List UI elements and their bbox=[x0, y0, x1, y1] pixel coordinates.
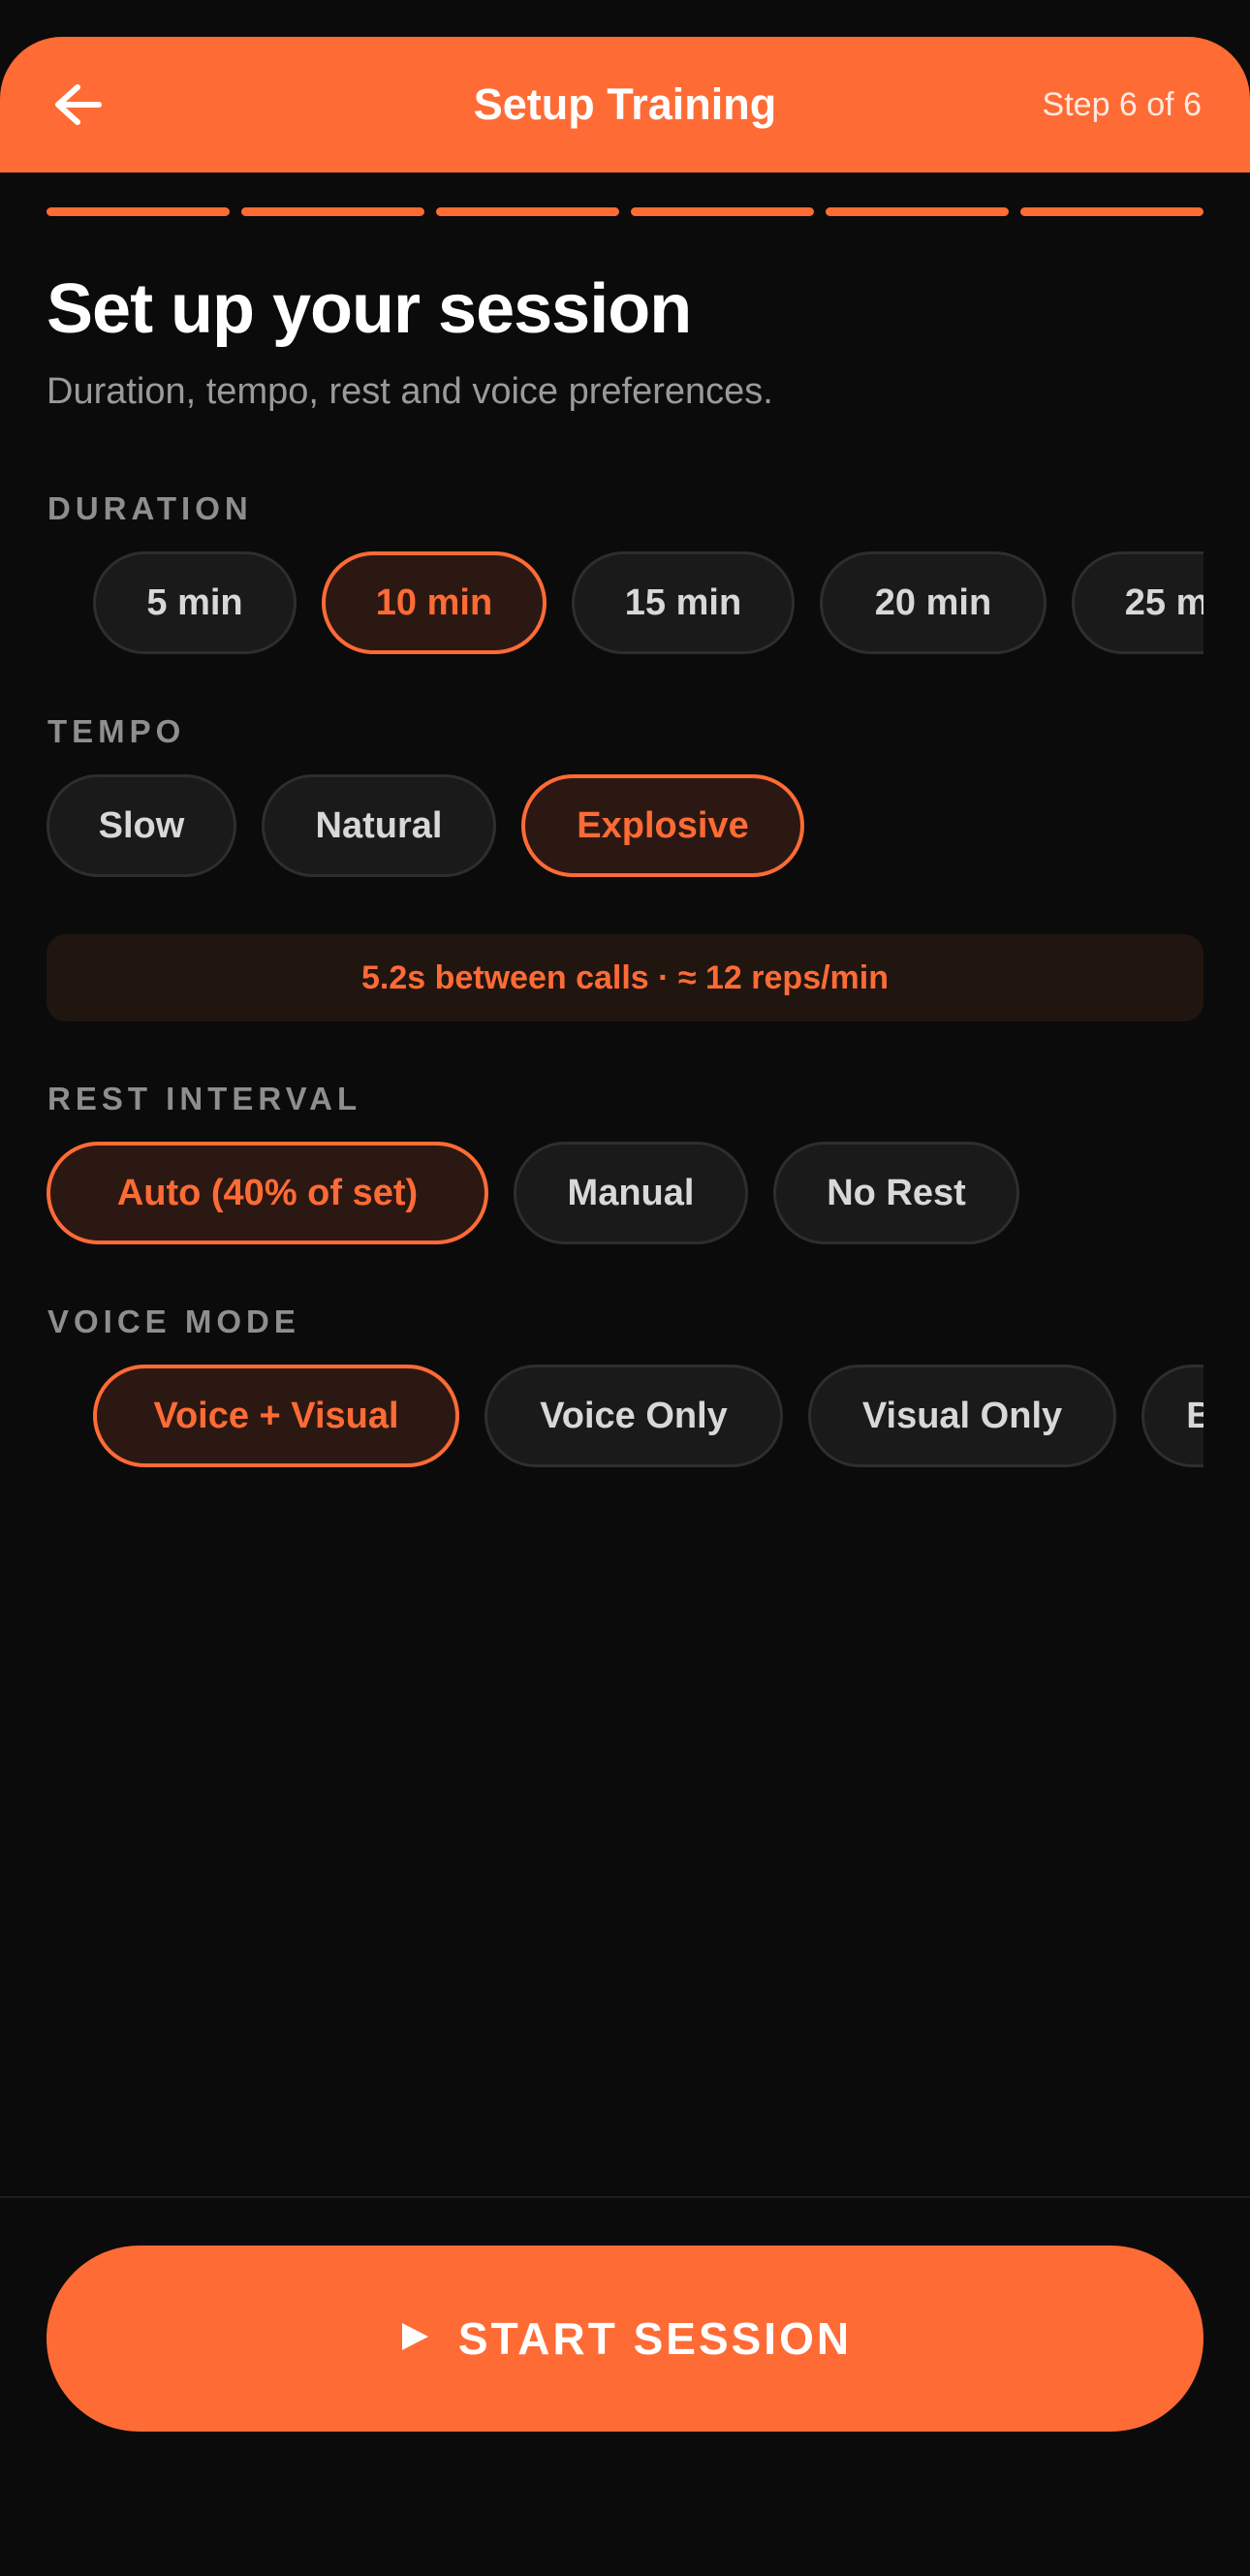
rest-option-chip[interactable]: Auto (40% of set) bbox=[47, 1142, 488, 1244]
tempo-info-banner: 5.2s between calls · ≈ 12 reps/min bbox=[47, 934, 1203, 1021]
start-session-button[interactable]: START SESSION bbox=[47, 2246, 1203, 2432]
start-session-label: START SESSION bbox=[457, 2313, 853, 2364]
tempo-option-chip[interactable]: Natural bbox=[262, 774, 496, 877]
tempo-option-chip[interactable]: Slow bbox=[47, 774, 236, 877]
voice-option-chip[interactable]: B bbox=[1141, 1365, 1203, 1467]
rest-option-chip[interactable]: No Rest bbox=[773, 1142, 1019, 1244]
duration-section-label: DURATION bbox=[47, 490, 253, 526]
tempo-option-chip[interactable]: Explosive bbox=[521, 774, 804, 877]
progress-segment bbox=[826, 207, 1009, 216]
duration-options: 5 min10 min15 min20 min25 min bbox=[47, 551, 1203, 654]
page-title: Set up your session bbox=[47, 270, 692, 348]
step-indicator: Step 6 of 6 bbox=[1042, 86, 1202, 123]
duration-option-chip[interactable]: 10 min bbox=[322, 551, 547, 654]
app-header: Setup Training Step 6 of 6 bbox=[0, 37, 1250, 173]
voice-options: Voice + Visual Voice Only Visual Only B bbox=[47, 1365, 1203, 1467]
play-icon bbox=[398, 2320, 431, 2358]
progress-segment bbox=[47, 207, 230, 216]
rest-options: Auto (40% of set) Manual No Rest bbox=[47, 1142, 1203, 1244]
voice-option-chip[interactable]: Voice + Visual bbox=[93, 1365, 459, 1467]
voice-section-label: VOICE MODE bbox=[47, 1304, 300, 1339]
progress-segment bbox=[631, 207, 814, 216]
voice-option-chip[interactable]: Visual Only bbox=[808, 1365, 1116, 1467]
duration-option-chip[interactable]: 15 min bbox=[572, 551, 795, 654]
progress-segment bbox=[436, 207, 619, 216]
duration-option-chip[interactable]: 20 min bbox=[820, 551, 1047, 654]
voice-option-chip[interactable]: Voice Only bbox=[484, 1365, 783, 1467]
back-button[interactable] bbox=[47, 76, 109, 138]
tempo-section-label: TEMPO bbox=[47, 713, 186, 749]
step-progress-bar bbox=[47, 207, 1203, 216]
page-subtitle: Duration, tempo, rest and voice preferen… bbox=[47, 371, 773, 412]
rest-section-label: REST INTERVAL bbox=[47, 1081, 362, 1116]
duration-option-chip[interactable]: 5 min bbox=[93, 551, 297, 654]
progress-segment bbox=[1020, 207, 1203, 216]
rest-option-chip[interactable]: Manual bbox=[514, 1142, 748, 1244]
arrow-left-icon bbox=[52, 83, 103, 131]
duration-option-chip[interactable]: 25 min bbox=[1072, 551, 1203, 654]
tempo-options: Slow Natural Explosive bbox=[47, 774, 1203, 877]
footer-divider bbox=[0, 2196, 1250, 2198]
progress-segment bbox=[241, 207, 424, 216]
